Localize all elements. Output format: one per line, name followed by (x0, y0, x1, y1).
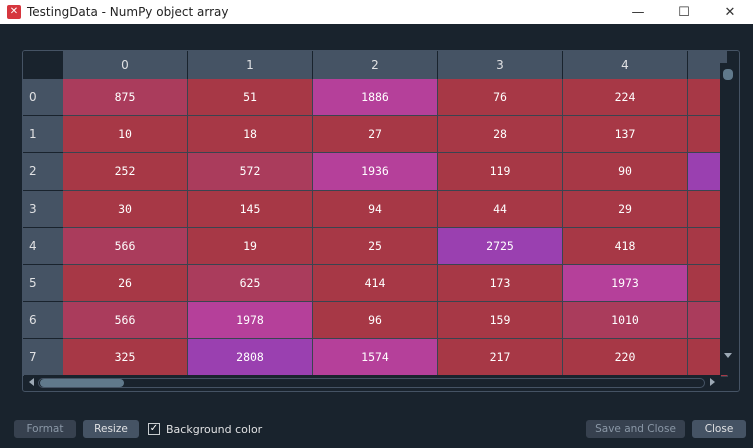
row-header[interactable]: 5 (23, 265, 63, 303)
close-button[interactable]: Close (692, 420, 746, 438)
row-header[interactable]: 4 (23, 227, 63, 265)
table-cell[interactable]: 418 (563, 227, 688, 265)
maximize-button[interactable]: ☐ (661, 0, 707, 24)
table-cell[interactable]: 145 (188, 190, 313, 228)
table-cell[interactable]: 220 (563, 339, 688, 377)
table-cell[interactable]: 18 (188, 116, 313, 154)
row-header[interactable]: 1 (23, 116, 63, 154)
row-header[interactable]: 0 (23, 79, 63, 117)
table-cell[interactable]: 1886 (313, 79, 438, 117)
save-and-close-button[interactable]: Save and Close (586, 420, 685, 438)
table-corner (23, 51, 63, 79)
table-cell[interactable]: 10 (63, 116, 188, 154)
table-cell[interactable]: 173 (438, 265, 563, 303)
table-cell[interactable]: 566 (63, 302, 188, 340)
table-cell[interactable]: 625 (188, 265, 313, 303)
background-color-label: Background color (166, 422, 263, 436)
resize-button[interactable]: Resize (83, 420, 139, 438)
scroll-down-icon[interactable] (724, 353, 732, 358)
table-cell[interactable]: 224 (563, 79, 688, 117)
scroll-left-icon[interactable] (29, 378, 34, 386)
table-cell[interactable]: 119 (438, 153, 563, 191)
minimize-button[interactable]: — (615, 0, 661, 24)
vertical-scrollbar[interactable] (720, 63, 737, 375)
table-cell[interactable]: 572 (188, 153, 313, 191)
table-cell[interactable]: 1936 (313, 153, 438, 191)
table-cell[interactable]: 566 (63, 227, 188, 265)
spyder-icon: ✕ (7, 5, 21, 19)
scroll-right-icon[interactable] (710, 378, 715, 386)
table-cell[interactable]: 96 (313, 302, 438, 340)
table-cell[interactable]: 44 (438, 190, 563, 228)
table-cell[interactable]: 217 (438, 339, 563, 377)
column-header[interactable]: 2 (313, 51, 438, 79)
row-header[interactable]: 3 (23, 190, 63, 228)
vertical-scroll-thumb[interactable] (723, 69, 733, 80)
table-cell[interactable]: 325 (63, 339, 188, 377)
table-cell[interactable]: 875 (63, 79, 188, 117)
column-header[interactable]: 4 (563, 51, 688, 79)
table-cell[interactable]: 29 (563, 190, 688, 228)
row-header[interactable]: 6 (23, 302, 63, 340)
format-button[interactable]: Format (14, 420, 76, 438)
table-cell[interactable]: 25 (313, 227, 438, 265)
table-cell[interactable]: 94 (313, 190, 438, 228)
table-cell[interactable]: 1574 (313, 339, 438, 377)
table-cell[interactable]: 2725 (438, 227, 563, 265)
table-cell[interactable]: 414 (313, 265, 438, 303)
table-cell[interactable]: 19 (188, 227, 313, 265)
title-bar: ✕ TestingData - NumPy object array — ☐ ✕ (0, 0, 753, 24)
table-cell[interactable]: 1973 (563, 265, 688, 303)
table-cell[interactable]: 137 (563, 116, 688, 154)
table-cell[interactable]: 252 (63, 153, 188, 191)
table-cell[interactable]: 30 (63, 190, 188, 228)
table-cell[interactable]: 28 (438, 116, 563, 154)
table-cell[interactable]: 51 (188, 79, 313, 117)
table-cell[interactable]: 1978 (188, 302, 313, 340)
table-cell[interactable]: 159 (438, 302, 563, 340)
row-header[interactable]: 7 (23, 339, 63, 377)
column-header[interactable]: 3 (438, 51, 563, 79)
table-cell[interactable]: 90 (563, 153, 688, 191)
table-cell[interactable]: 1010 (563, 302, 688, 340)
table-cell[interactable]: 2808 (188, 339, 313, 377)
horizontal-scroll-thumb[interactable] (40, 379, 124, 387)
background-color-checkbox[interactable]: ✓ (148, 423, 160, 435)
table-cell[interactable]: 76 (438, 79, 563, 117)
background-color-toggle[interactable]: ✓ Background color (148, 421, 262, 437)
column-header[interactable]: 0 (63, 51, 188, 79)
table-cell[interactable]: 26 (63, 265, 188, 303)
table-cell[interactable]: 27 (313, 116, 438, 154)
column-header[interactable]: 1 (188, 51, 313, 79)
array-table: 0 1 2 3 4 0 875 51 1886 76 224 1 10 18 27 28 137 2 252 572 1… (22, 50, 740, 392)
window-title: TestingData - NumPy object array (27, 5, 229, 19)
horizontal-scrollbar[interactable] (24, 375, 721, 390)
horizontal-scroll-track[interactable] (38, 378, 705, 388)
row-header[interactable]: 2 (23, 153, 63, 191)
close-window-button[interactable]: ✕ (707, 0, 753, 24)
